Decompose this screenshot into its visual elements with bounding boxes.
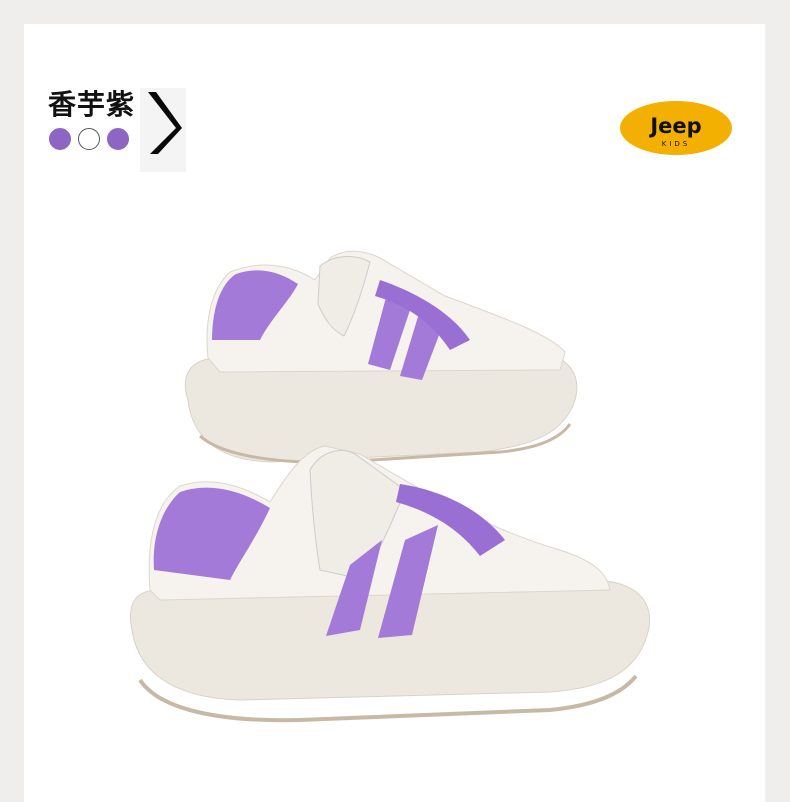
- chevron-right-icon: [140, 88, 186, 172]
- color-swatch-purple[interactable]: [49, 128, 71, 150]
- sneaker-pair-image: [130, 250, 651, 723]
- color-swatch-row: [49, 128, 129, 150]
- color-name-title: 香芋紫: [48, 88, 136, 121]
- back-sneaker: [184, 250, 578, 464]
- logo-text: Jeep: [648, 114, 701, 138]
- color-swatch-white[interactable]: [78, 128, 100, 150]
- logo-subtext: KIDS: [662, 140, 691, 148]
- color-swatch-purple-2[interactable]: [107, 128, 129, 150]
- front-sneaker: [130, 445, 651, 723]
- product-detail-page: 香芋紫 Jeep KIDS: [0, 0, 790, 802]
- jeep-kids-logo: Jeep KIDS: [620, 101, 732, 155]
